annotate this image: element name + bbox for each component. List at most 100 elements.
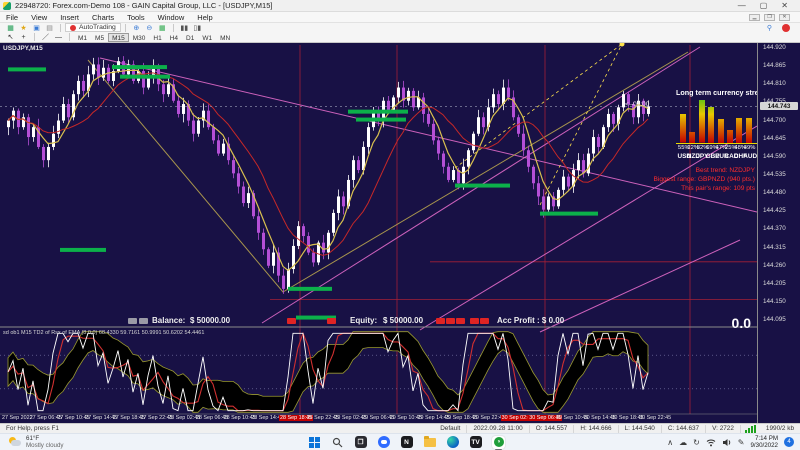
bar-chart-mode-icon[interactable]: ▮▮ (179, 23, 190, 32)
menu-tools[interactable]: Tools (127, 13, 145, 22)
biggest-range-text: Biggest range: GBPNZD (940 pts.) (653, 176, 755, 183)
file-explorer-button[interactable] (423, 436, 436, 449)
taskbar-weather-widget[interactable]: 61°F Mostly cloudy (0, 435, 63, 449)
menu-insert[interactable]: Insert (60, 13, 79, 22)
notification-icon[interactable] (782, 24, 790, 32)
price-tick: 144.755 (763, 98, 786, 105)
candle-body (332, 213, 335, 233)
autotrading-label: AutoTrading (79, 24, 116, 31)
profiles-icon[interactable]: ★ (18, 23, 29, 32)
minimize-button[interactable]: — (738, 1, 746, 10)
chart-window-controls[interactable]: ▁ ❐ ✕ (749, 14, 800, 21)
candle-body (472, 134, 475, 151)
zoom-in-icon[interactable]: ⊕ (131, 23, 142, 32)
mt4-active-app-button[interactable]: ◑ (492, 436, 505, 449)
new-chart-icon[interactable]: ▦ (5, 23, 16, 32)
horizontal-line-icon[interactable]: — (53, 33, 64, 42)
candle-body (182, 104, 185, 114)
timeframe-button-d1[interactable]: D1 (182, 33, 198, 42)
chart-minimize-icon[interactable]: ▁ (749, 14, 760, 21)
menu-file[interactable]: File (6, 13, 18, 22)
candle-body (532, 167, 535, 184)
notepad-button[interactable]: N (400, 436, 413, 449)
task-view-icon: ❒ (355, 436, 367, 448)
notification-count-badge[interactable]: 4 (784, 437, 794, 447)
tray-expand-chevron-icon[interactable]: ∧ (667, 438, 673, 447)
mt4-icon: ◑ (494, 437, 504, 447)
navigator-icon[interactable]: ▤ (44, 23, 55, 32)
candle-chart-mode-icon[interactable]: ▯▮ (192, 23, 203, 32)
taskbar-search-button[interactable] (331, 436, 344, 449)
candle-body (592, 137, 595, 154)
strength-bar-cad (727, 130, 733, 143)
pair-range-text: This pair's range: 109 pts (681, 185, 755, 192)
price-tick: 144.425 (763, 207, 786, 214)
tradingview-icon: TV (470, 436, 482, 448)
candle-body (477, 117, 480, 134)
autotrading-button[interactable]: AutoTrading (65, 23, 121, 32)
menu-window[interactable]: Window (158, 13, 185, 22)
tile-windows-icon[interactable]: ▦ (157, 23, 168, 32)
timeframe-button-w1[interactable]: W1 (198, 33, 216, 42)
candle-body (97, 64, 100, 77)
sr-zone-green (112, 65, 167, 69)
candle-body (282, 276, 285, 289)
maximize-button[interactable]: ▢ (760, 1, 768, 10)
strength-bar-jpy (699, 100, 705, 143)
search-icon[interactable]: ⚲ (764, 23, 775, 32)
taskbar-clock[interactable]: 7:14 PM 9/30/2022 (750, 435, 778, 450)
timeframe-button-m15[interactable]: M15 (108, 33, 129, 42)
candle-body (322, 243, 325, 253)
candle-body (467, 150, 470, 167)
indicator-name-label: sd ob1 M15 TD2 of Rsx of EMA (8,0,0) 68.… (3, 330, 204, 336)
chart-close-icon[interactable]: ✕ (779, 14, 790, 21)
toolbar-linestudies: ↖ + ／ — M1M5M15M30H1H4D1W1MN (0, 32, 800, 43)
strength-panel-title: Long term currency strength (676, 88, 757, 97)
weather-temp: 61°F (26, 435, 63, 442)
timeframe-button-m30[interactable]: M30 (129, 33, 150, 42)
task-view-button[interactable]: ❒ (354, 436, 367, 449)
edge-button[interactable] (446, 436, 459, 449)
toolbar-standard: ▦ ★ ▣ ▤ AutoTrading ⊕ ⊖ ▦ ▮▮ ▯▮ ⚲ (0, 22, 800, 32)
timeframe-button-m5[interactable]: M5 (91, 33, 108, 42)
sync-icon[interactable]: ↻ (693, 438, 700, 447)
start-button[interactable] (308, 436, 321, 449)
sr-zone-green (540, 212, 598, 216)
cursor-icon[interactable]: ↖ (5, 33, 16, 42)
close-button[interactable]: ✕ (781, 1, 788, 10)
trendline-icon[interactable]: ／ (40, 33, 51, 42)
timeframe-button-m1[interactable]: M1 (74, 33, 91, 42)
price-tick: 144.205 (763, 280, 786, 287)
ohlc-open: O: 144.557 (530, 425, 575, 433)
timeframe-button-h1[interactable]: H1 (149, 33, 165, 42)
profile-name[interactable]: Default (434, 425, 467, 433)
menu-help[interactable]: Help (197, 13, 212, 22)
price-chart-canvas[interactable] (0, 43, 757, 423)
zoom-out-icon[interactable]: ⊖ (144, 23, 155, 32)
market-watch-icon[interactable]: ▣ (31, 23, 42, 32)
candle-body (352, 160, 355, 180)
strength-bar-eur (718, 119, 724, 143)
timeframe-button-h4[interactable]: H4 (166, 33, 182, 42)
timeframe-button-mn[interactable]: MN (216, 33, 234, 42)
chart-area[interactable]: USDJPY,M15 <--01:00 0.0 sd ob1 M15 TD2 o… (0, 43, 757, 423)
pen-icon[interactable]: ✎ (738, 438, 745, 447)
sr-zone-green (288, 287, 332, 291)
candle-body (587, 154, 590, 174)
crosshair-icon[interactable]: + (18, 33, 29, 42)
volume-icon[interactable] (722, 438, 732, 447)
chat-button[interactable] (377, 436, 390, 449)
menu-view[interactable]: View (31, 13, 47, 22)
onedrive-cloud-icon[interactable]: ☁ (679, 438, 687, 447)
candle-body (537, 183, 540, 196)
wifi-icon[interactable] (706, 438, 716, 447)
connection-signal-icon (741, 425, 760, 433)
price-tick: 144.095 (763, 316, 786, 323)
candle-body (207, 111, 210, 128)
menu-charts[interactable]: Charts (92, 13, 114, 22)
chart-restore-icon[interactable]: ❐ (764, 14, 775, 21)
sr-zone-green (348, 110, 408, 114)
tradingview-button[interactable]: TV (469, 436, 482, 449)
ohlc-close: C: 144.637 (662, 425, 706, 433)
candle-body (612, 114, 615, 124)
